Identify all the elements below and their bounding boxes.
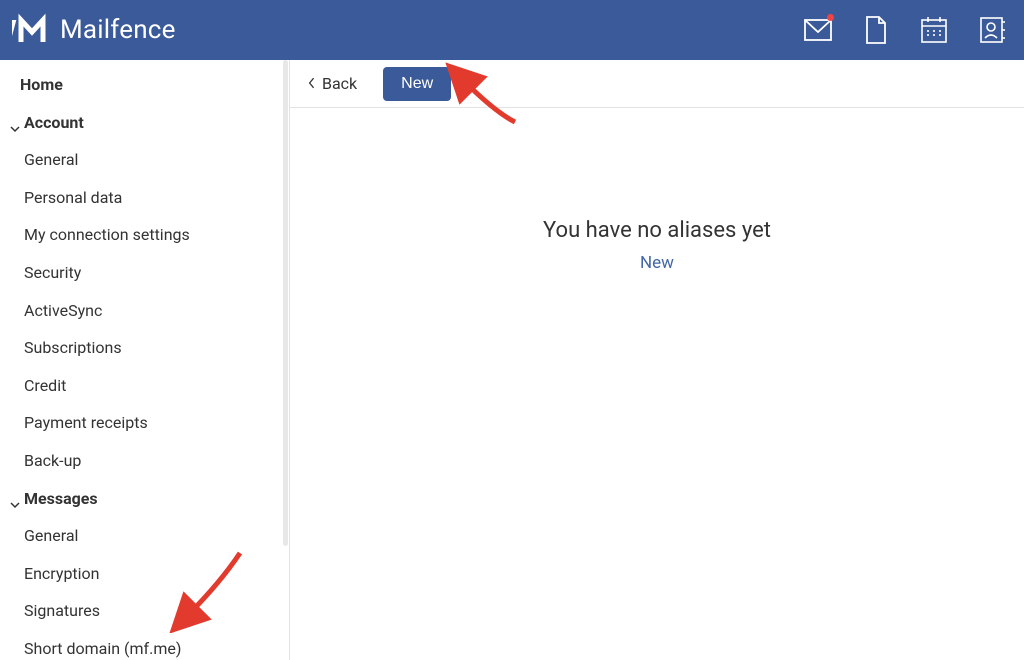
sidebar-item-signatures[interactable]: Signatures (0, 592, 289, 630)
sidebar-item-label: ActiveSync (24, 300, 102, 322)
sidebar-group-messages[interactable]: Messages (0, 480, 289, 518)
sidebar-item-subscriptions[interactable]: Subscriptions (0, 329, 289, 367)
sidebar-item-activesync[interactable]: ActiveSync (0, 292, 289, 330)
sidebar-item-home[interactable]: Home (0, 60, 289, 104)
main-layout: Home Account General Personal data My co… (0, 60, 1024, 660)
notification-dot-icon (827, 14, 834, 21)
mail-icon[interactable] (804, 16, 832, 44)
sidebar-item-connection-settings[interactable]: My connection settings (0, 216, 289, 254)
content-body: You have no aliases yet New (290, 108, 1024, 660)
sidebar-item-label: Signatures (24, 600, 100, 622)
empty-state-title: You have no aliases yet (543, 218, 771, 243)
documents-icon[interactable] (862, 16, 890, 44)
sidebar-item-label: Security (24, 262, 81, 284)
content-panel: Back New You have no aliases yet New (290, 60, 1024, 660)
sidebar-group-label: Messages (24, 488, 98, 510)
sidebar-item-label: My connection settings (24, 224, 190, 246)
sidebar-item-label: General (24, 525, 78, 547)
back-button-label: Back (322, 74, 357, 93)
sidebar-item-backup[interactable]: Back-up (0, 442, 289, 480)
content-toolbar: Back New (290, 60, 1024, 108)
sidebar-item-encryption[interactable]: Encryption (0, 555, 289, 593)
contacts-icon[interactable] (978, 16, 1006, 44)
sidebar-item-credit[interactable]: Credit (0, 367, 289, 405)
sidebar-group-account[interactable]: Account (0, 104, 289, 142)
brand[interactable]: Mailfence (12, 10, 176, 50)
sidebar-item-payment-receipts[interactable]: Payment receipts (0, 404, 289, 442)
sidebar-item-label: Credit (24, 375, 66, 397)
chevron-left-icon (308, 74, 316, 93)
scrollbar-thumb[interactable] (283, 60, 288, 546)
sidebar-item-messages-general[interactable]: General (0, 517, 289, 555)
sidebar-item-label: Subscriptions (24, 337, 122, 359)
header-nav-icons (804, 16, 1006, 44)
sidebar-item-label: Home (20, 74, 63, 96)
back-button[interactable]: Back (302, 70, 363, 97)
sidebar-item-personal-data[interactable]: Personal data (0, 179, 289, 217)
sidebar-item-label: Short domain (mf.me) (24, 638, 181, 660)
app-header: Mailfence (0, 0, 1024, 60)
sidebar-group-label: Account (24, 112, 84, 134)
chevron-down-icon (10, 494, 18, 502)
sidebar-item-label: Back-up (24, 450, 81, 472)
calendar-icon[interactable] (920, 16, 948, 44)
sidebar-item-short-domain[interactable]: Short domain (mf.me) (0, 630, 289, 660)
sidebar-item-label: Payment receipts (24, 412, 148, 434)
empty-state-new-link[interactable]: New (640, 253, 674, 273)
sidebar-item-security[interactable]: Security (0, 254, 289, 292)
chevron-down-icon (10, 118, 18, 126)
sidebar-item-label: General (24, 149, 78, 171)
sidebar-item-general[interactable]: General (0, 141, 289, 179)
sidebar-item-label: Personal data (24, 187, 122, 209)
brand-name: Mailfence (60, 15, 176, 45)
settings-sidebar: Home Account General Personal data My co… (0, 60, 290, 660)
new-button[interactable]: New (383, 67, 451, 101)
brand-logo-icon (12, 10, 52, 50)
sidebar-item-label: Encryption (24, 563, 100, 585)
